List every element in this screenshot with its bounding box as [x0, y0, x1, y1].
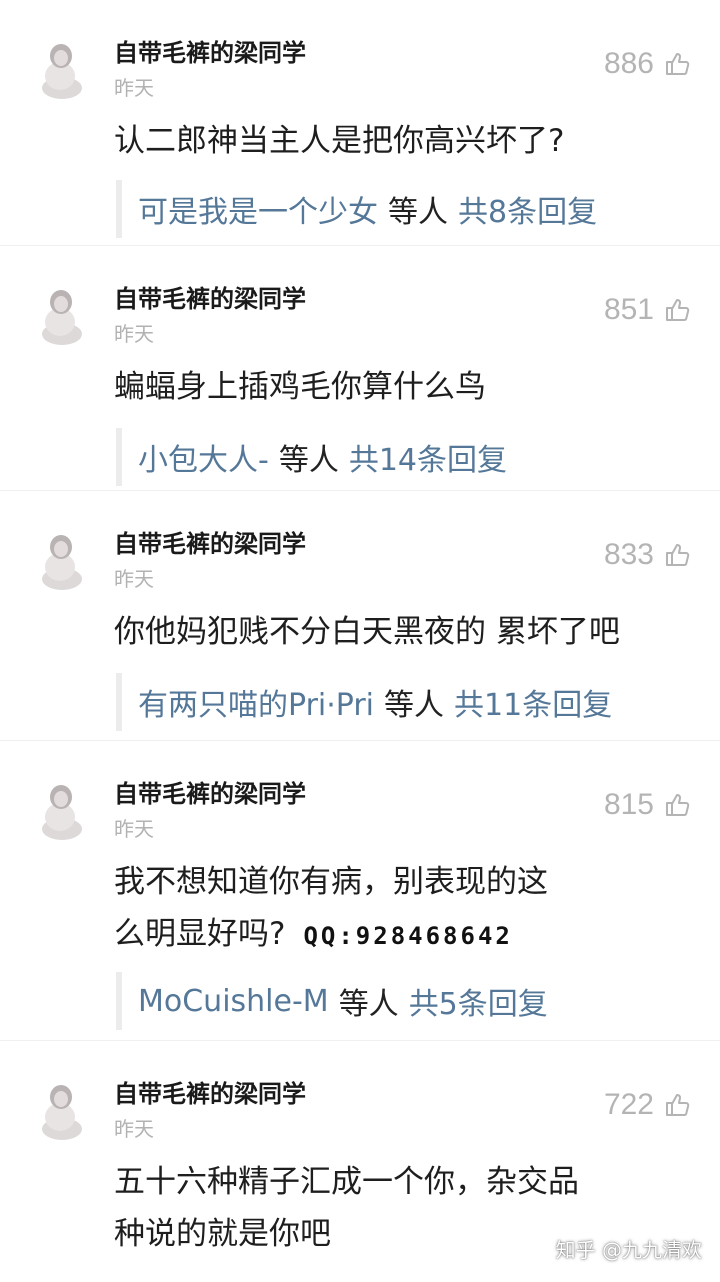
comment-text-line: 你他妈犯贱不分白天黑夜的 累坏了吧 — [114, 614, 620, 650]
reply-total[interactable]: 共5条回复 — [409, 979, 548, 1023]
author-name[interactable]: 自带毛裤的梁同学 — [114, 36, 306, 70]
reply-etc: 等人 — [278, 443, 339, 478]
like-count: 886 — [603, 47, 654, 80]
avatar[interactable] — [36, 1079, 86, 1141]
author-name[interactable]: 自带毛裤的梁同学 — [114, 777, 306, 811]
like-button[interactable]: 722 — [604, 1085, 690, 1125]
reply-total[interactable]: 共14条回复 — [349, 435, 507, 479]
reply-user[interactable]: MoCuishle-M — [138, 984, 329, 1019]
comment-text-line: 认二郎神当主人是把你高兴坏了? — [114, 123, 565, 159]
comment-text: 我不想知道你有病，别表现的这 么明显好吗? QQ:928468642 — [114, 856, 674, 962]
comment-time: 昨天 — [114, 567, 154, 591]
reply-total[interactable]: 共11条回复 — [454, 680, 612, 724]
like-button[interactable]: 833 — [604, 535, 690, 575]
author-name[interactable]: 自带毛裤的梁同学 — [114, 282, 306, 316]
reply-user[interactable]: 小包大人- — [138, 435, 269, 479]
avatar[interactable] — [36, 529, 86, 591]
like-count: 851 — [603, 293, 654, 326]
thumbs-up-icon — [664, 792, 690, 818]
watermark: 知乎 @九九清欢 — [555, 1238, 702, 1262]
comment-time: 昨天 — [114, 76, 154, 100]
reply-user[interactable]: 可是我是一个少女 — [138, 187, 378, 231]
avatar[interactable] — [36, 38, 86, 100]
comment-text: 蝙蝠身上插鸡毛你算什么鸟 — [114, 361, 674, 413]
comment-item: 自带毛裤的梁同学 昨天 833 你他妈犯贱不分白天黑夜的 累坏了吧 有两只喵的P… — [0, 490, 720, 741]
reply-summary[interactable]: MoCuishle-M 等人 共5条回复 — [116, 972, 713, 1030]
like-count: 815 — [603, 788, 654, 821]
comment-text-line: 五十六种精子汇成一个你，杂交品 — [114, 1164, 579, 1200]
avatar[interactable] — [36, 779, 86, 841]
author-name[interactable]: 自带毛裤的梁同学 — [114, 527, 306, 561]
comment-item: 自带毛裤的梁同学 昨天 851 蝙蝠身上插鸡毛你算什么鸟 小包大人- 等人 共1… — [0, 245, 720, 491]
reply-etc: 等人 — [388, 195, 448, 230]
thumbs-up-icon — [664, 297, 690, 323]
author-name[interactable]: 自带毛裤的梁同学 — [114, 1077, 306, 1111]
qq-number: QQ:928468642 — [303, 922, 513, 950]
reply-summary[interactable]: 小包大人- 等人 共14条回复 — [116, 428, 713, 486]
comment-item: 自带毛裤的梁同学 昨天 886 认二郎神当主人是把你高兴坏了? 可是我是一个少女… — [0, 0, 720, 245]
comment-text-line: 我不想知道你有病，别表现的这 — [114, 864, 548, 900]
comment-text-line: 么明显好吗? — [114, 916, 286, 952]
comment-text-line-2: 么明显好吗? QQ:928468642 — [114, 908, 674, 962]
reply-etc: 等人 — [338, 987, 399, 1022]
like-count: 722 — [603, 1088, 654, 1121]
comment-time: 昨天 — [114, 817, 154, 841]
reply-summary[interactable]: 可是我是一个少女 等人 共8条回复 — [116, 180, 713, 238]
reply-summary[interactable]: 有两只喵的Pri·Pri 等人 共11条回复 — [116, 673, 713, 731]
reply-etc: 等人 — [384, 688, 445, 723]
thumbs-up-icon — [664, 1092, 690, 1118]
comment-item: 自带毛裤的梁同学 昨天 815 我不想知道你有病，别表现的这 么明显好吗? QQ:… — [0, 740, 720, 1041]
reply-user[interactable]: 有两只喵的Pri·Pri — [138, 680, 374, 724]
like-count: 833 — [603, 538, 654, 571]
comment-time: 昨天 — [114, 322, 154, 346]
like-button[interactable]: 886 — [604, 44, 690, 84]
thumbs-up-icon — [664, 542, 690, 568]
reply-total[interactable]: 共8条回复 — [458, 187, 597, 231]
like-button[interactable]: 851 — [604, 290, 690, 330]
comment-text: 你他妈犯贱不分白天黑夜的 累坏了吧 — [114, 606, 674, 658]
thumbs-up-icon — [664, 51, 690, 77]
comment-text-line: 蝙蝠身上插鸡毛你算什么鸟 — [114, 369, 486, 405]
avatar[interactable] — [36, 284, 86, 346]
comment-time: 昨天 — [114, 1117, 154, 1141]
like-button[interactable]: 815 — [604, 785, 690, 825]
comment-text: 认二郎神当主人是把你高兴坏了? — [114, 115, 674, 167]
